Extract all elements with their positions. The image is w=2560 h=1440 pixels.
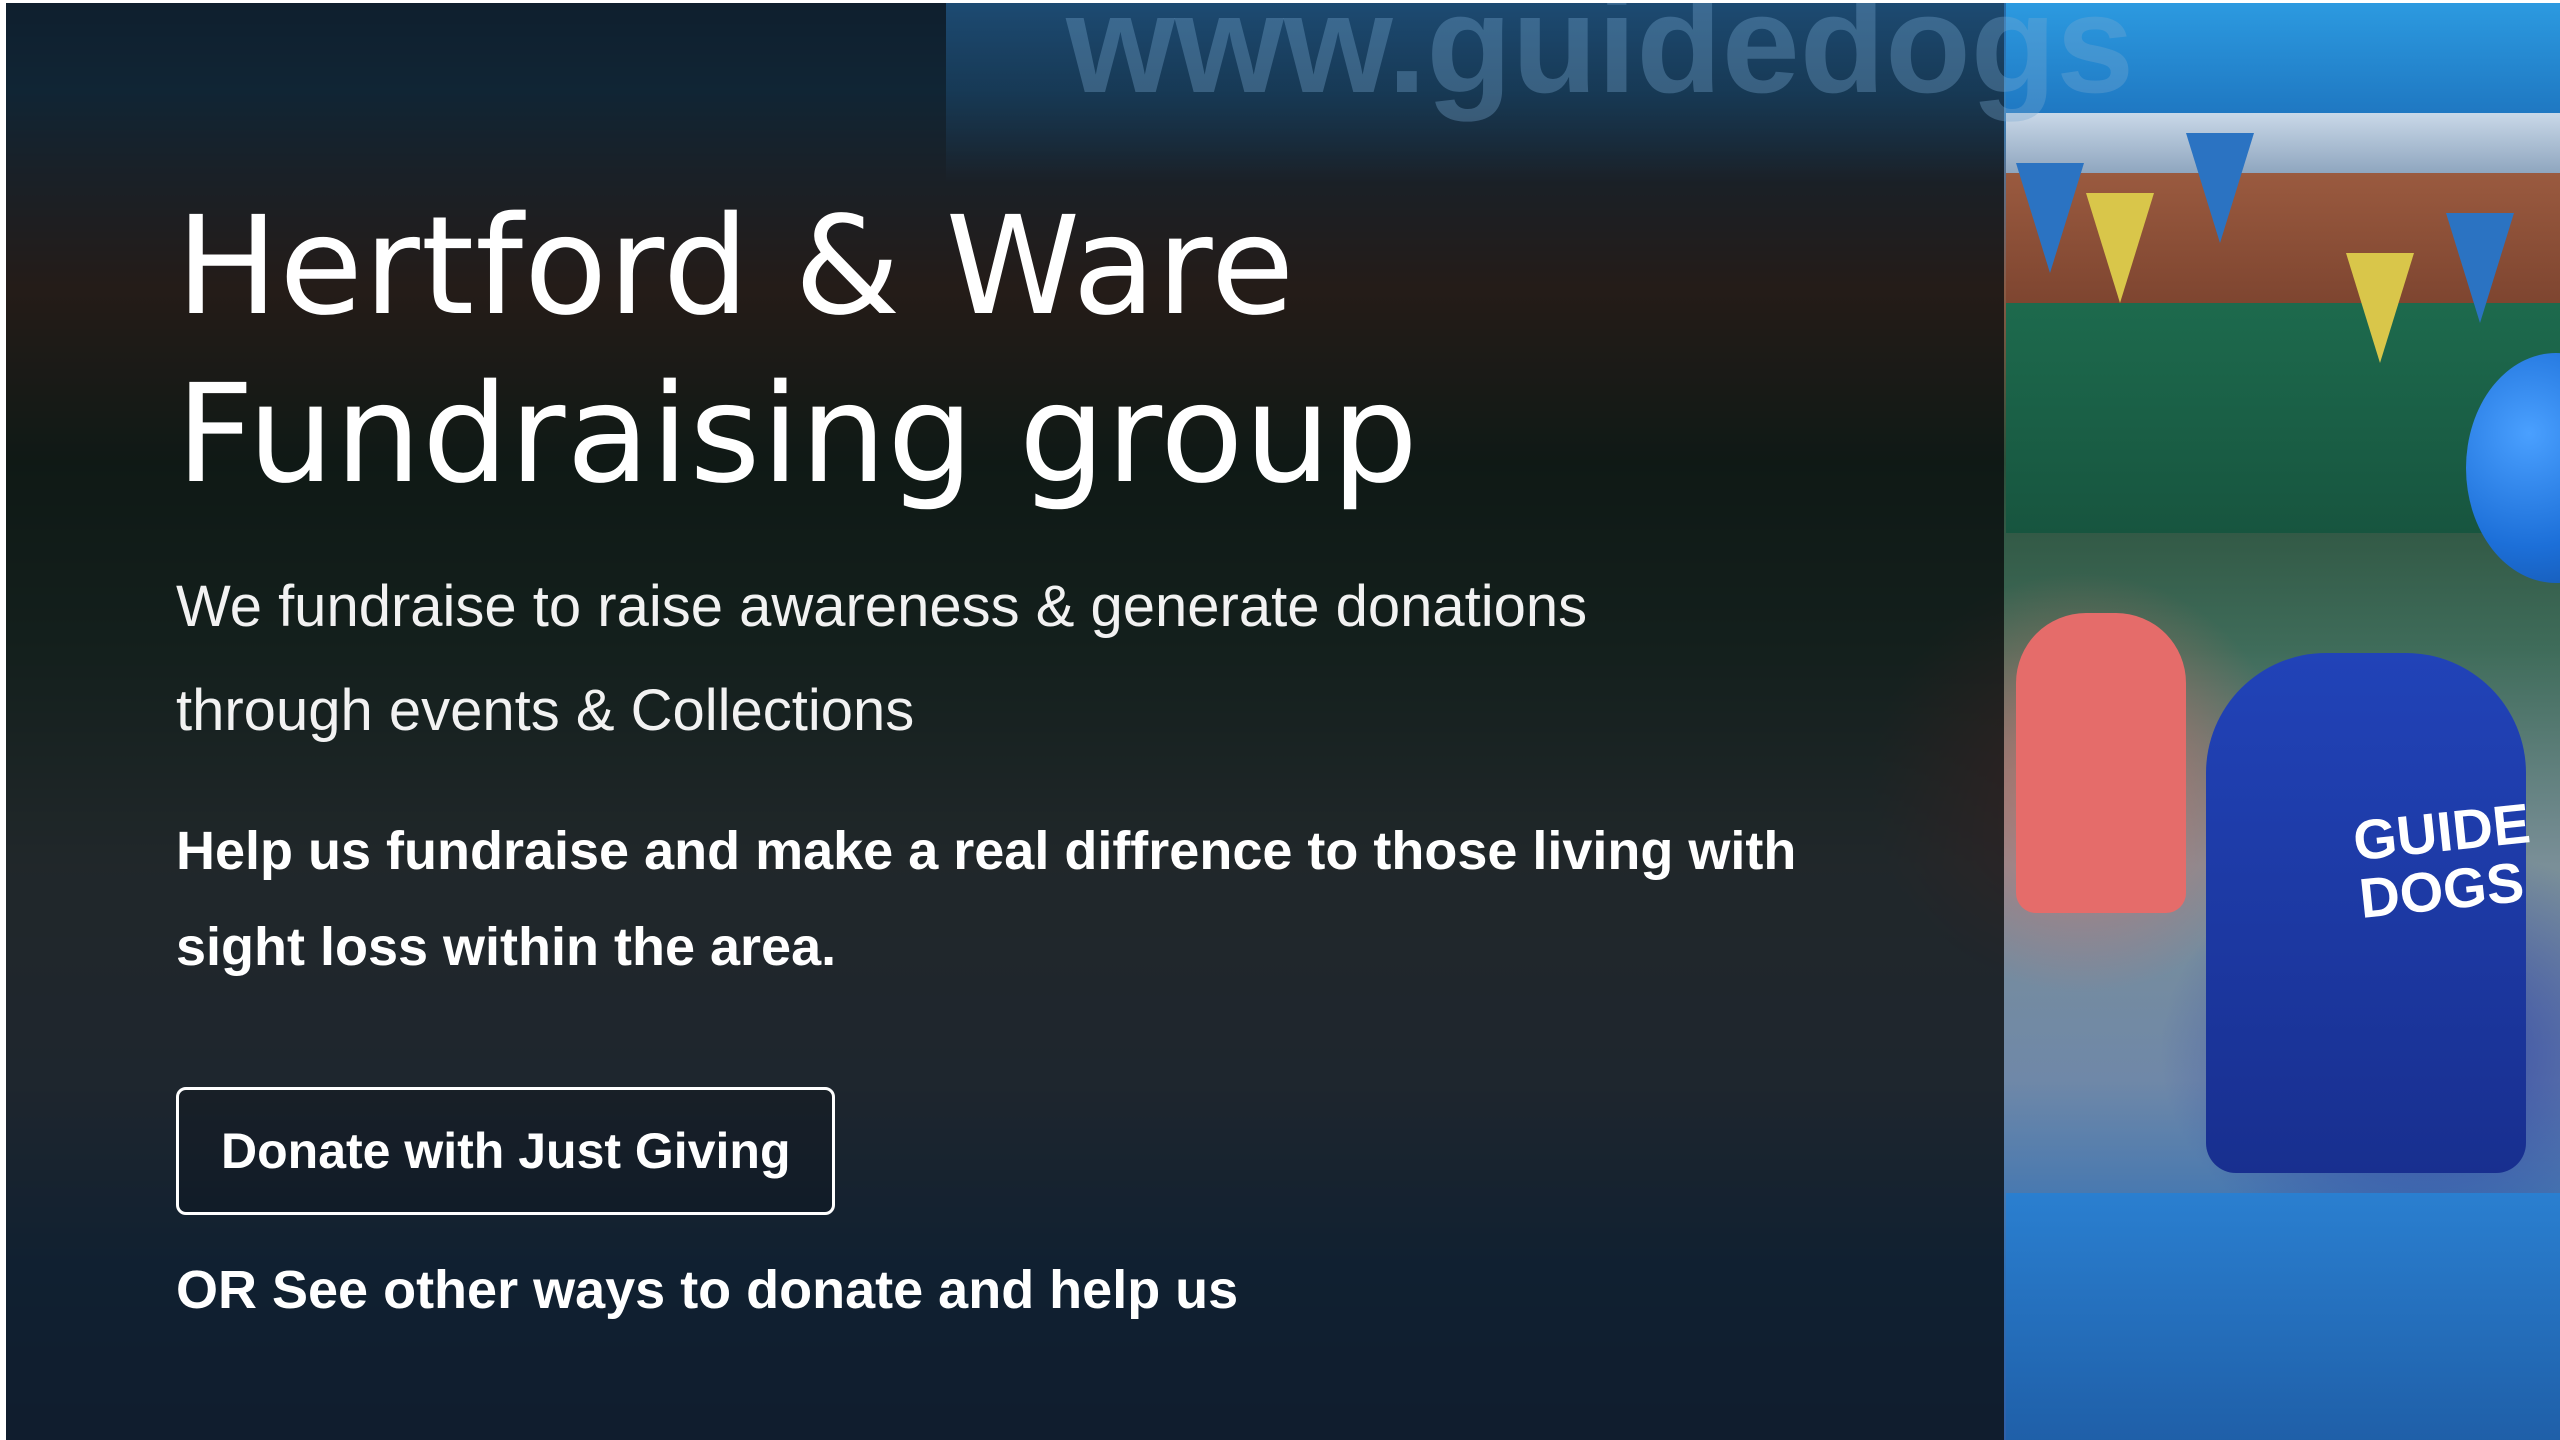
hero-body: Help us fundraise and make a real diffre…	[176, 821, 1797, 977]
hero-banner: GUIDE DOGS www.guidedogs Hertford & Ware…	[6, 3, 2560, 1440]
title-line-1: Hertford & Ware	[176, 188, 1296, 346]
volunteer-person: GUIDE DOGS	[2206, 653, 2533, 1173]
bunting-flag	[2446, 213, 2514, 323]
hero-subtitle: We fundraise to raise awareness & genera…	[176, 574, 1588, 743]
stall-table	[2006, 1193, 2560, 1440]
title-line-2: Fundraising group	[176, 356, 1419, 514]
person	[2016, 613, 2186, 913]
bunting-flag	[2016, 163, 2084, 273]
other-ways-link[interactable]: OR See other ways to donate and help us	[176, 1255, 1896, 1325]
bunting-flag	[2346, 253, 2414, 363]
page-title: Hertford & Ware Fundraising group	[176, 183, 1896, 519]
bunting-flag	[2086, 193, 2154, 303]
shirt-text: GUIDE DOGS	[2350, 791, 2534, 930]
canopy-banner-text: www.guidedogs	[1066, 3, 2135, 122]
bunting-flag	[2186, 133, 2254, 243]
donate-just-giving-button[interactable]: Donate with Just Giving	[176, 1087, 836, 1215]
hero-content: Hertford & Ware Fundraising group We fun…	[176, 183, 1896, 1325]
